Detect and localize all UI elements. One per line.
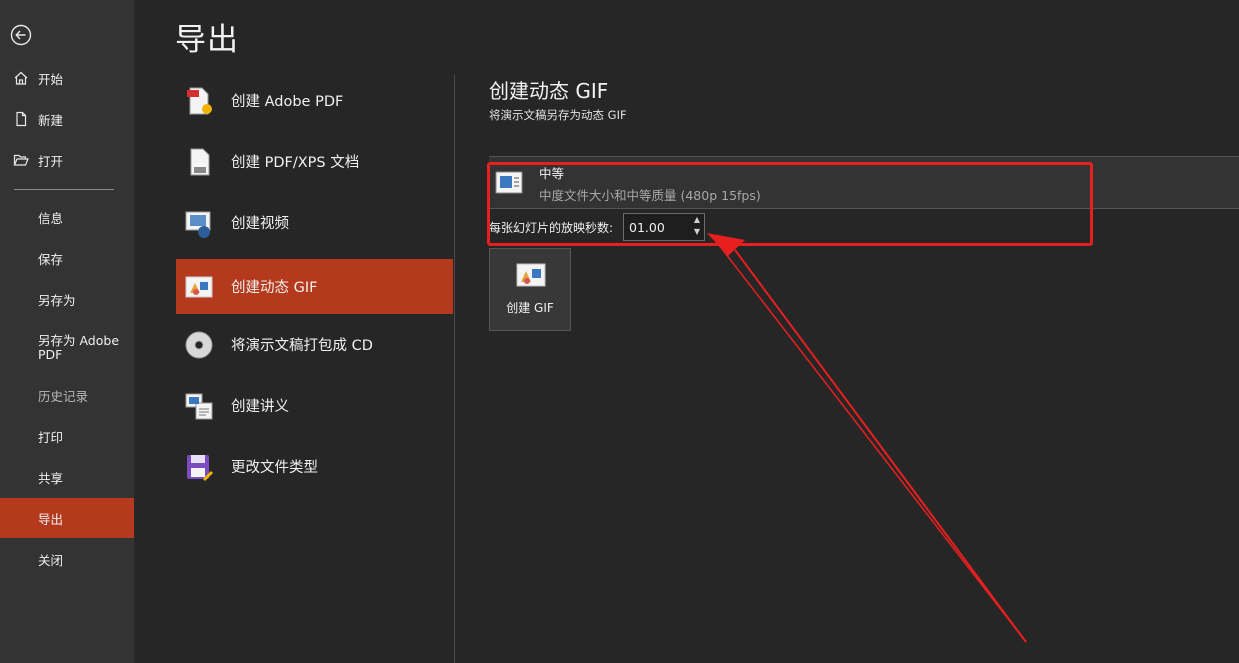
nav-label: 共享 — [38, 470, 64, 486]
spin-down-icon[interactable]: ▼ — [694, 227, 700, 236]
nav-info[interactable]: 信息 — [0, 197, 134, 237]
back-arrow-icon[interactable] — [10, 24, 32, 46]
nav-label: 打开 — [38, 153, 64, 169]
handout-icon — [182, 389, 216, 423]
spin-up-icon[interactable]: ▲ — [694, 215, 700, 224]
nav-label: 开始 — [38, 71, 64, 87]
quality-icon — [495, 170, 523, 196]
export-option-label: 创建 Adobe PDF — [231, 94, 344, 110]
video-icon — [182, 206, 216, 240]
export-option-label: 创建 PDF/XPS 文档 — [231, 155, 360, 171]
nav-label: 另存为 — [38, 292, 76, 308]
new-document-icon — [12, 110, 30, 128]
export-option-handout[interactable]: 创建讲义 — [176, 378, 453, 433]
export-option-cd[interactable]: 将演示文稿打包成 CD — [176, 317, 453, 372]
adobe-pdf-icon — [182, 84, 216, 118]
export-option-label: 更改文件类型 — [231, 460, 318, 476]
export-option-file-type[interactable]: 更改文件类型 — [176, 439, 453, 494]
seconds-per-slide-spinner[interactable]: 01.00 ▲ ▼ — [623, 213, 705, 241]
export-option-label: 创建动态 GIF — [231, 280, 318, 296]
detail-subtitle: 将演示文稿另存为动态 GIF — [489, 108, 627, 122]
nav-label: 历史记录 — [38, 388, 89, 404]
seconds-value[interactable]: 01.00 — [629, 220, 665, 235]
export-option-adobe-pdf[interactable]: 创建 Adobe PDF — [176, 73, 453, 128]
file-type-icon — [182, 450, 216, 484]
nav-label: 信息 — [38, 210, 64, 226]
nav-close[interactable]: 关闭 — [0, 539, 134, 579]
nav-open[interactable]: 打开 — [0, 140, 134, 180]
create-gif-label: 创建 GIF — [506, 301, 554, 315]
export-option-gif[interactable]: 创建动态 GIF — [176, 259, 453, 314]
create-gif-button[interactable]: 创建 GIF — [489, 248, 571, 331]
nav-label: 导出 — [38, 511, 64, 527]
nav-save-as-adobe-pdf[interactable]: 另存为 Adobe PDF — [0, 328, 134, 368]
page-title: 导出 — [175, 22, 239, 58]
nav-label: 另存为 Adobe PDF — [38, 333, 120, 362]
export-option-video[interactable]: 创建视频 — [176, 195, 453, 250]
export-option-label: 创建讲义 — [231, 399, 289, 415]
quality-name: 中等 — [539, 166, 565, 181]
backstage-sidebar: 开始 新建 打开 信息 保存 另存为 另存为 Adobe PDF 历史记录 打印… — [0, 0, 134, 663]
export-option-pdf-xps[interactable]: 创建 PDF/XPS 文档 — [176, 134, 453, 189]
open-folder-icon — [12, 151, 30, 169]
nav-label: 关闭 — [38, 552, 64, 568]
nav-new[interactable]: 新建 — [0, 99, 134, 139]
seconds-per-slide-label: 每张幻灯片的放映秒数: — [489, 221, 614, 235]
sidebar-divider — [14, 189, 114, 190]
nav-save[interactable]: 保存 — [0, 238, 134, 278]
column-divider — [454, 75, 455, 663]
pdf-xps-icon — [182, 145, 216, 179]
gif-icon — [182, 270, 216, 304]
nav-print[interactable]: 打印 — [0, 416, 134, 456]
quality-description: 中度文件大小和中等质量 (480p 15fps) — [539, 188, 761, 203]
cd-icon — [182, 328, 216, 362]
quality-dropdown[interactable]: 中等 中度文件大小和中等质量 (480p 15fps) — [489, 156, 1239, 209]
nav-label: 保存 — [38, 251, 64, 267]
nav-share[interactable]: 共享 — [0, 457, 134, 497]
export-option-label: 将演示文稿打包成 CD — [231, 338, 373, 354]
detail-title: 创建动态 GIF — [489, 79, 609, 103]
home-icon — [12, 69, 30, 87]
export-option-label: 创建视频 — [231, 216, 289, 232]
nav-home[interactable]: 开始 — [0, 58, 134, 98]
nav-save-as[interactable]: 另存为 — [0, 279, 134, 319]
nav-history[interactable]: 历史记录 — [0, 375, 134, 415]
nav-label: 打印 — [38, 429, 64, 445]
nav-label: 新建 — [38, 112, 64, 128]
nav-export[interactable]: 导出 — [0, 498, 134, 538]
gif-icon — [516, 262, 546, 288]
